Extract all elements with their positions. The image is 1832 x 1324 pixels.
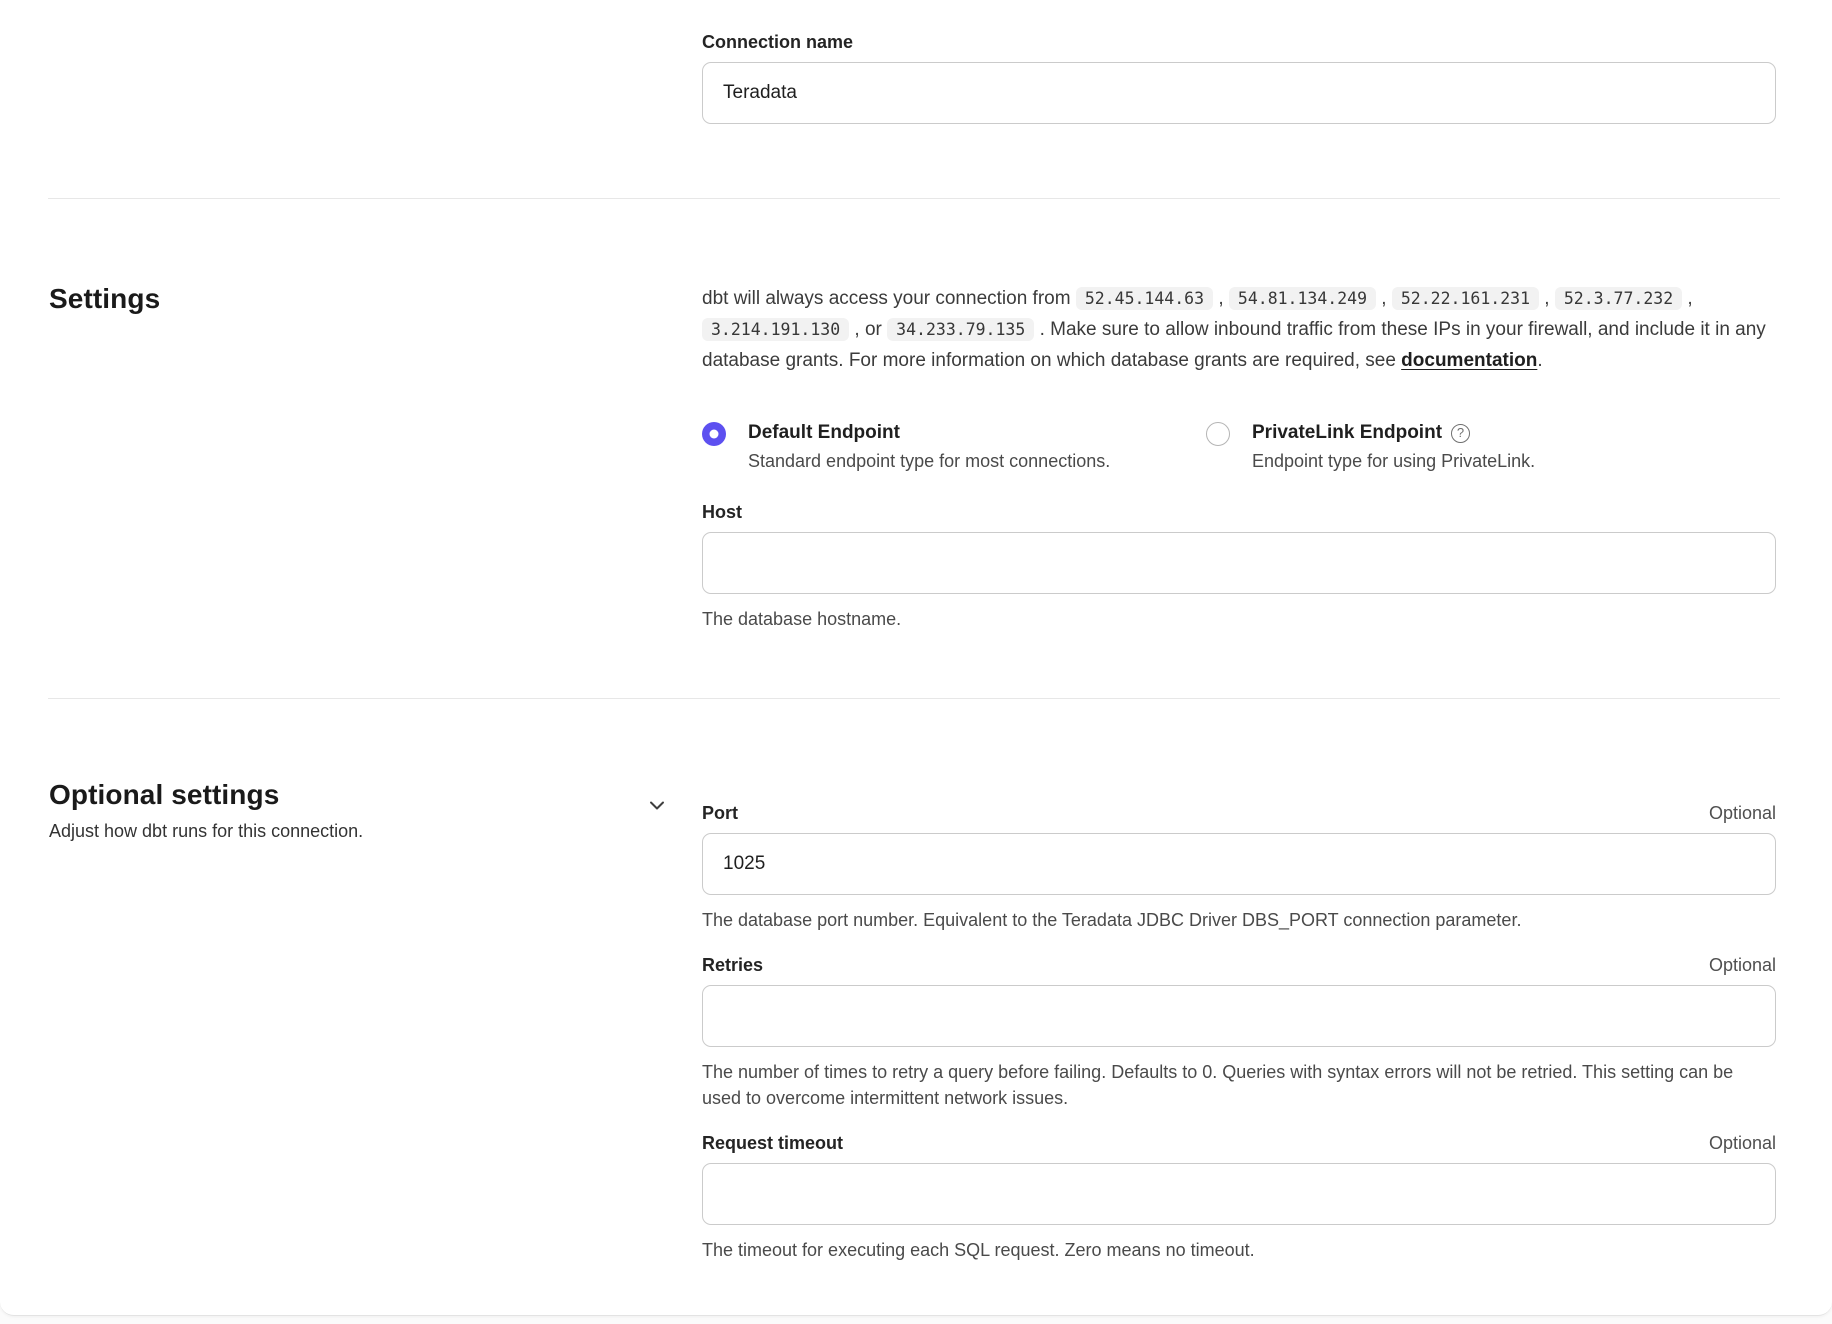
retries-helper-text: The number of times to retry a query bef… (702, 1059, 1776, 1111)
ip-address-chip: 52.3.77.232 (1555, 287, 1682, 310)
request-timeout-label: Request timeout (702, 1131, 843, 1155)
ip-address-chip: 34.233.79.135 (887, 318, 1034, 341)
optional-badge: Optional (1709, 953, 1776, 977)
port-label: Port (702, 801, 738, 825)
retries-field: Retries Optional The number of times to … (702, 953, 1776, 1111)
ip-notice-text: , (1213, 288, 1229, 309)
radio-selected-icon[interactable] (702, 422, 726, 446)
connection-name-section: Connection name (0, 0, 1832, 198)
documentation-link[interactable]: documentation (1401, 350, 1537, 371)
collapse-section-button[interactable] (643, 791, 671, 822)
endpoint-radio-group: Default Endpoint Standard endpoint type … (702, 420, 1776, 474)
request-timeout-input[interactable] (702, 1163, 1776, 1225)
default-endpoint-description: Standard endpoint type for most connecti… (748, 449, 1110, 474)
request-timeout-field: Request timeout Optional The timeout for… (702, 1131, 1776, 1263)
request-timeout-helper-text: The timeout for executing each SQL reque… (702, 1237, 1776, 1263)
settings-heading: Settings (49, 283, 653, 315)
retries-input[interactable] (702, 985, 1776, 1047)
ip-notice-text: , or (849, 319, 887, 340)
default-endpoint-label: Default Endpoint (748, 420, 1110, 446)
host-label: Host (702, 500, 1776, 524)
host-helper-text: The database hostname. (702, 606, 1776, 632)
port-field: Port Optional The database port number. … (702, 801, 1776, 933)
ip-notice-text: dbt will always access your connection f… (702, 288, 1076, 309)
ip-notice-text: , (1682, 288, 1693, 309)
host-input[interactable] (702, 532, 1776, 594)
ip-notice-text: . (1537, 350, 1542, 371)
settings-section: Settings dbt will always access your con… (0, 199, 1832, 698)
host-field: Host The database hostname. (702, 500, 1776, 632)
connection-settings-card: Connection name Settings dbt will always… (0, 0, 1832, 1316)
ip-address-chip: 54.81.134.249 (1229, 287, 1376, 310)
port-helper-text: The database port number. Equivalent to … (702, 907, 1776, 933)
retries-label: Retries (702, 953, 763, 977)
ip-allowlist-notice: dbt will always access your connection f… (702, 283, 1776, 376)
ip-address-chip: 3.214.191.130 (702, 318, 849, 341)
chevron-down-icon (645, 805, 669, 820)
radio-option-default-endpoint[interactable]: Default Endpoint Standard endpoint type … (702, 420, 1206, 474)
ip-address-chip: 52.45.144.63 (1076, 287, 1213, 310)
optional-settings-heading: Optional settings (49, 779, 363, 811)
privatelink-endpoint-description: Endpoint type for using PrivateLink. (1252, 449, 1535, 474)
ip-address-chip: 52.22.161.231 (1392, 287, 1539, 310)
question-circle-icon[interactable]: ? (1451, 424, 1470, 443)
ip-notice-text: , (1539, 288, 1555, 309)
radio-label-text: PrivateLink Endpoint (1252, 420, 1442, 446)
radio-option-privatelink-endpoint[interactable]: PrivateLink Endpoint ? Endpoint type for… (1206, 420, 1535, 474)
optional-badge: Optional (1709, 1131, 1776, 1155)
connection-name-input[interactable] (702, 62, 1776, 124)
port-input[interactable] (702, 833, 1776, 895)
connection-name-label: Connection name (702, 30, 1776, 54)
optional-settings-subheading: Adjust how dbt runs for this connection. (49, 819, 363, 843)
ip-notice-text: , (1376, 288, 1392, 309)
optional-badge: Optional (1709, 801, 1776, 825)
privatelink-endpoint-label: PrivateLink Endpoint ? (1252, 420, 1535, 446)
optional-settings-section: Optional settings Adjust how dbt runs fo… (0, 699, 1832, 1283)
radio-unselected-icon[interactable] (1206, 422, 1230, 446)
radio-label-text: Default Endpoint (748, 420, 900, 446)
